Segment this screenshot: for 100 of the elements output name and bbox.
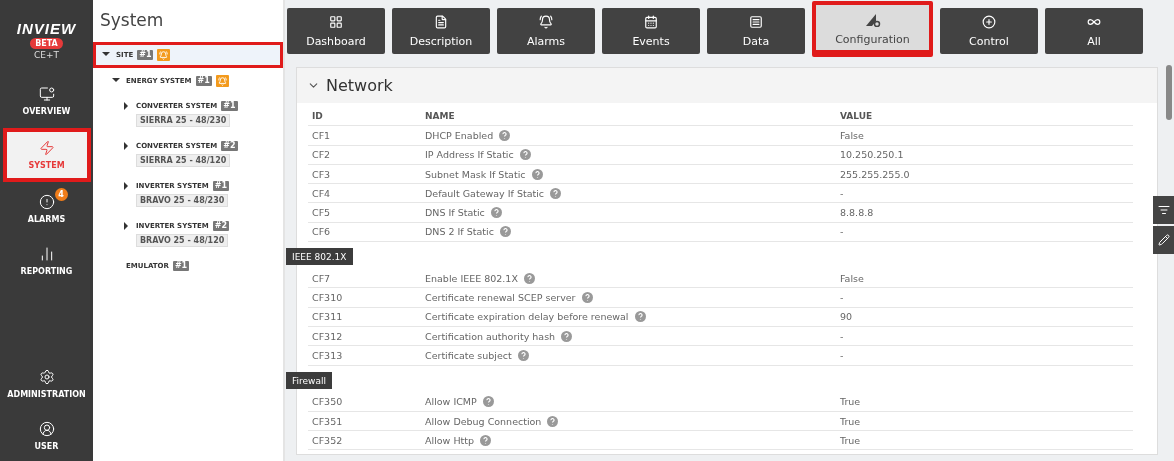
help-icon[interactable] — [531, 168, 543, 180]
nav-item[interactable]: USER — [2, 411, 91, 461]
nav-label: OVERVIEW — [22, 107, 71, 116]
tab[interactable]: All — [1045, 8, 1143, 54]
column-header: VALUE — [840, 111, 874, 122]
help-icon[interactable] — [550, 187, 562, 199]
help-icon[interactable] — [547, 415, 559, 427]
list-icon — [749, 14, 763, 29]
table-cell-text: True — [840, 434, 862, 446]
tab-label: Control — [969, 34, 1009, 48]
filter-icon — [1157, 204, 1170, 216]
caret-right-icon[interactable] — [122, 102, 130, 110]
table-cell: Default Gateway If Static — [425, 187, 545, 199]
group-label: Firewall — [286, 371, 332, 389]
nav-item[interactable]: SYSTEM — [2, 128, 91, 182]
help-icon[interactable] — [581, 292, 593, 303]
tab[interactable]: Control — [940, 8, 1038, 54]
help-icon[interactable] — [490, 207, 502, 219]
group-label: IEEE 802.1X — [286, 248, 353, 266]
table-cell: DNS If Static — [425, 207, 485, 219]
tab[interactable]: Configuration — [812, 1, 933, 57]
model-tag: BRAVO 25 - 48/230 — [136, 194, 229, 207]
dashboard-icon — [329, 14, 343, 29]
table-cell-text: - — [840, 330, 845, 342]
section-title: Network — [326, 76, 393, 95]
table-cell-text: CF3 — [312, 168, 332, 180]
nav-label: USER — [34, 442, 59, 451]
table-cell: Certificate subject — [425, 349, 512, 361]
node-tag: #1 — [172, 261, 190, 271]
table-cell-text: 10.250.250.1 — [840, 149, 905, 161]
help-icon[interactable] — [499, 129, 511, 141]
tab[interactable]: Data — [707, 8, 805, 54]
help-icon[interactable] — [519, 149, 531, 161]
nav-label: ADMINISTRATION — [7, 390, 86, 399]
table-cell: DHCP Enabled — [425, 129, 494, 141]
lightning-icon — [38, 140, 55, 156]
caret-right-icon[interactable] — [122, 182, 130, 190]
tab-label: Configuration — [835, 32, 910, 46]
nav-label: ALARMS — [27, 215, 66, 224]
calendar-icon — [644, 14, 658, 29]
monitor-icon — [38, 86, 55, 102]
tab-label: All — [1087, 34, 1101, 48]
help-icon[interactable] — [634, 311, 646, 323]
beta-badge: BETA — [30, 38, 63, 49]
caret-down-icon[interactable] — [102, 50, 110, 58]
table-cell-text: - — [840, 226, 845, 238]
table-cell: Allow Http — [425, 434, 474, 446]
scrollbar[interactable] — [1166, 65, 1172, 120]
model-tag: SIERRA 25 - 48/230 — [136, 114, 231, 127]
settings-icon — [38, 369, 55, 385]
model-tag: BRAVO 25 - 48/120 — [136, 234, 229, 247]
table-cell-text: CF312 — [312, 330, 344, 342]
caret-right-icon[interactable] — [122, 142, 130, 150]
ramp-gear-icon — [864, 12, 881, 27]
tab[interactable]: Dashboard — [287, 8, 385, 54]
document-icon — [434, 14, 448, 29]
organization-name: CE+T — [34, 50, 59, 60]
table-cell-text: CF311 — [312, 311, 344, 323]
table-cell-text: CF1 — [312, 129, 332, 141]
nav-item[interactable]: ALARMS 4 — [2, 184, 91, 234]
table-cell-text: CF6 — [312, 226, 332, 238]
help-icon[interactable] — [482, 396, 494, 408]
tab[interactable]: Events — [602, 8, 700, 54]
table-cell-text: CF351 — [312, 415, 344, 427]
count-badge: 4 — [54, 188, 68, 201]
table-cell-text: CF5 — [312, 207, 332, 219]
table-cell-text: CF350 — [312, 396, 344, 408]
table-cell-text: CF352 — [312, 434, 344, 446]
table-cell: Certification authority hash — [425, 330, 556, 342]
table-cell-text: 8.8.8.8 — [840, 207, 875, 219]
tab-label: Data — [742, 34, 770, 48]
table-cell: Subnet Mask If Static — [425, 168, 526, 180]
edit-button[interactable] — [1153, 226, 1174, 254]
table-cell: DNS 2 If Static — [425, 226, 494, 238]
table-cell: Certificate expiration delay before renewal — [425, 311, 629, 323]
filter-button[interactable] — [1153, 196, 1174, 224]
help-icon[interactable] — [480, 434, 491, 446]
help-icon[interactable] — [523, 272, 535, 284]
nav-item[interactable]: REPORTING — [2, 236, 91, 286]
caret-right-icon[interactable] — [122, 222, 130, 230]
nav-item[interactable]: ADMINISTRATION — [2, 359, 91, 409]
bell-icon — [539, 14, 553, 29]
table-cell: Certificate renewal SCEP server — [425, 292, 576, 303]
help-icon[interactable] — [517, 349, 529, 361]
node-tag: #2 — [221, 141, 238, 151]
nav-item[interactable]: OVERVIEW — [2, 76, 91, 126]
table-cell: IP Address If Static — [425, 149, 514, 161]
table-cell-text: CF310 — [312, 292, 344, 303]
tab[interactable]: Alarms — [497, 8, 595, 54]
table-cell-text: True — [840, 415, 862, 427]
help-icon[interactable] — [561, 330, 573, 342]
tab-label: Dashboard — [306, 34, 366, 48]
table-cell-text: CF7 — [312, 272, 332, 284]
alert-icon — [38, 194, 55, 210]
column-header: ID — [312, 111, 324, 122]
nav-label: SYSTEM — [28, 161, 65, 170]
tab[interactable]: Description — [392, 8, 490, 54]
help-icon[interactable] — [499, 226, 511, 238]
model-tag: SIERRA 25 - 48/120 — [136, 154, 231, 167]
caret-down-icon[interactable] — [112, 76, 120, 84]
